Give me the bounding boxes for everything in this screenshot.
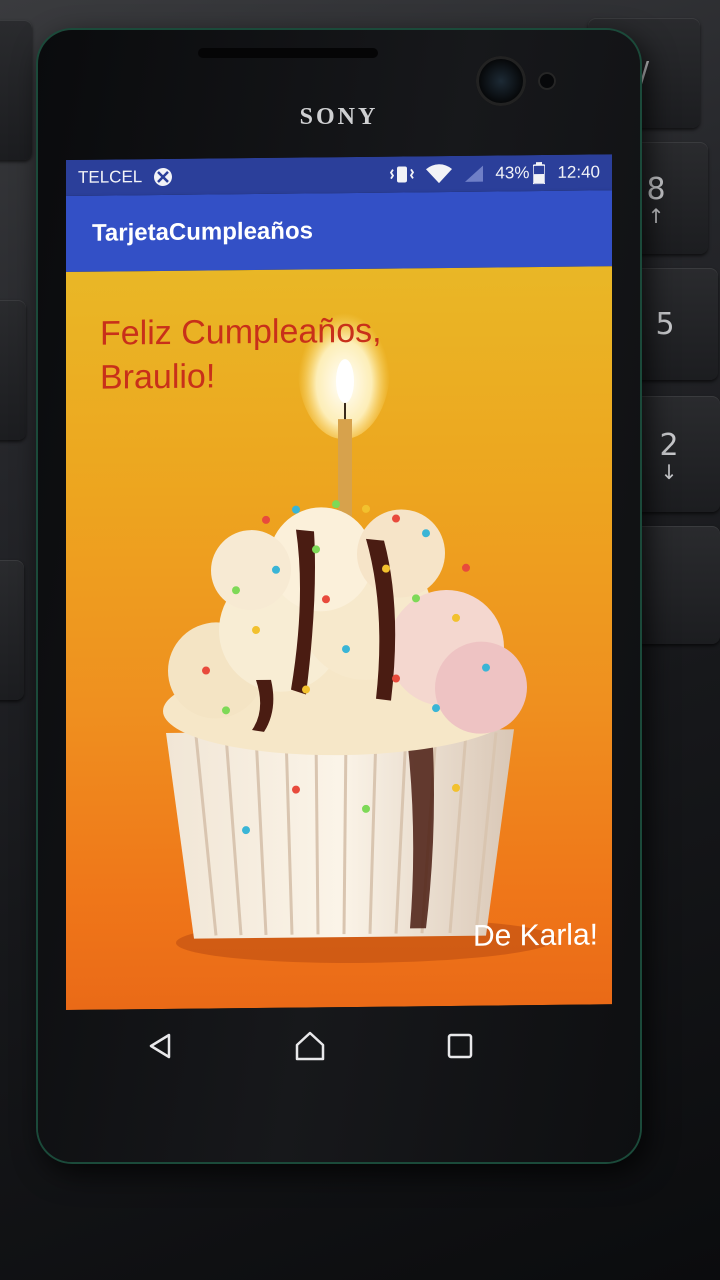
app-title: TarjetaCumpleaños	[92, 217, 313, 247]
key-label: 5	[655, 306, 675, 342]
phone-screen: TELCEL 43% 12:40 TarjetaCumpleaños Feliz…	[66, 154, 612, 1010]
greeting-line-2: Braulio!	[100, 357, 216, 397]
signature-text: De Karla!	[472, 918, 598, 953]
key-sublabel: ↓	[660, 459, 678, 484]
battery-percent: 43%	[495, 163, 530, 183]
keyboard-key-left-edge	[0, 300, 26, 440]
keyboard-key-left-edge	[0, 560, 24, 700]
back-icon[interactable]	[140, 1026, 180, 1066]
clock: 12:40	[557, 162, 600, 182]
key-label: 2	[659, 427, 679, 463]
wifi-icon	[425, 163, 453, 185]
photo-scene: / 8 ↑ 5 2 ↓ SONY TELCEL 43% 12:40 Tarjet…	[0, 0, 720, 1280]
no-sim-icon	[152, 166, 174, 188]
key-sublabel: ↑	[647, 203, 665, 228]
greeting-text: Feliz Cumpleaños, Braulio!	[100, 307, 500, 399]
device-brand-logo: SONY	[299, 104, 379, 130]
battery-icon	[533, 162, 546, 185]
earpiece-speaker	[198, 48, 378, 58]
key-label: /	[638, 55, 650, 91]
recents-icon[interactable]	[440, 1026, 480, 1066]
status-bar: TELCEL 43% 12:40	[66, 154, 612, 196]
birthday-card: Feliz Cumpleaños, Braulio! De Karla!	[66, 266, 612, 1010]
navigation-bar	[140, 1016, 480, 1076]
app-bar: TarjetaCumpleaños	[66, 190, 612, 272]
greeting-line-1: Feliz Cumpleaños,	[100, 311, 382, 353]
carrier-name: TELCEL	[78, 167, 143, 187]
signal-icon	[463, 164, 485, 184]
front-camera	[476, 56, 526, 106]
keyboard-key-left-edge	[0, 20, 32, 160]
home-icon[interactable]	[290, 1026, 330, 1066]
key-label: 8	[646, 171, 666, 207]
vibrate-icon	[389, 164, 415, 184]
proximity-sensor	[538, 72, 556, 90]
